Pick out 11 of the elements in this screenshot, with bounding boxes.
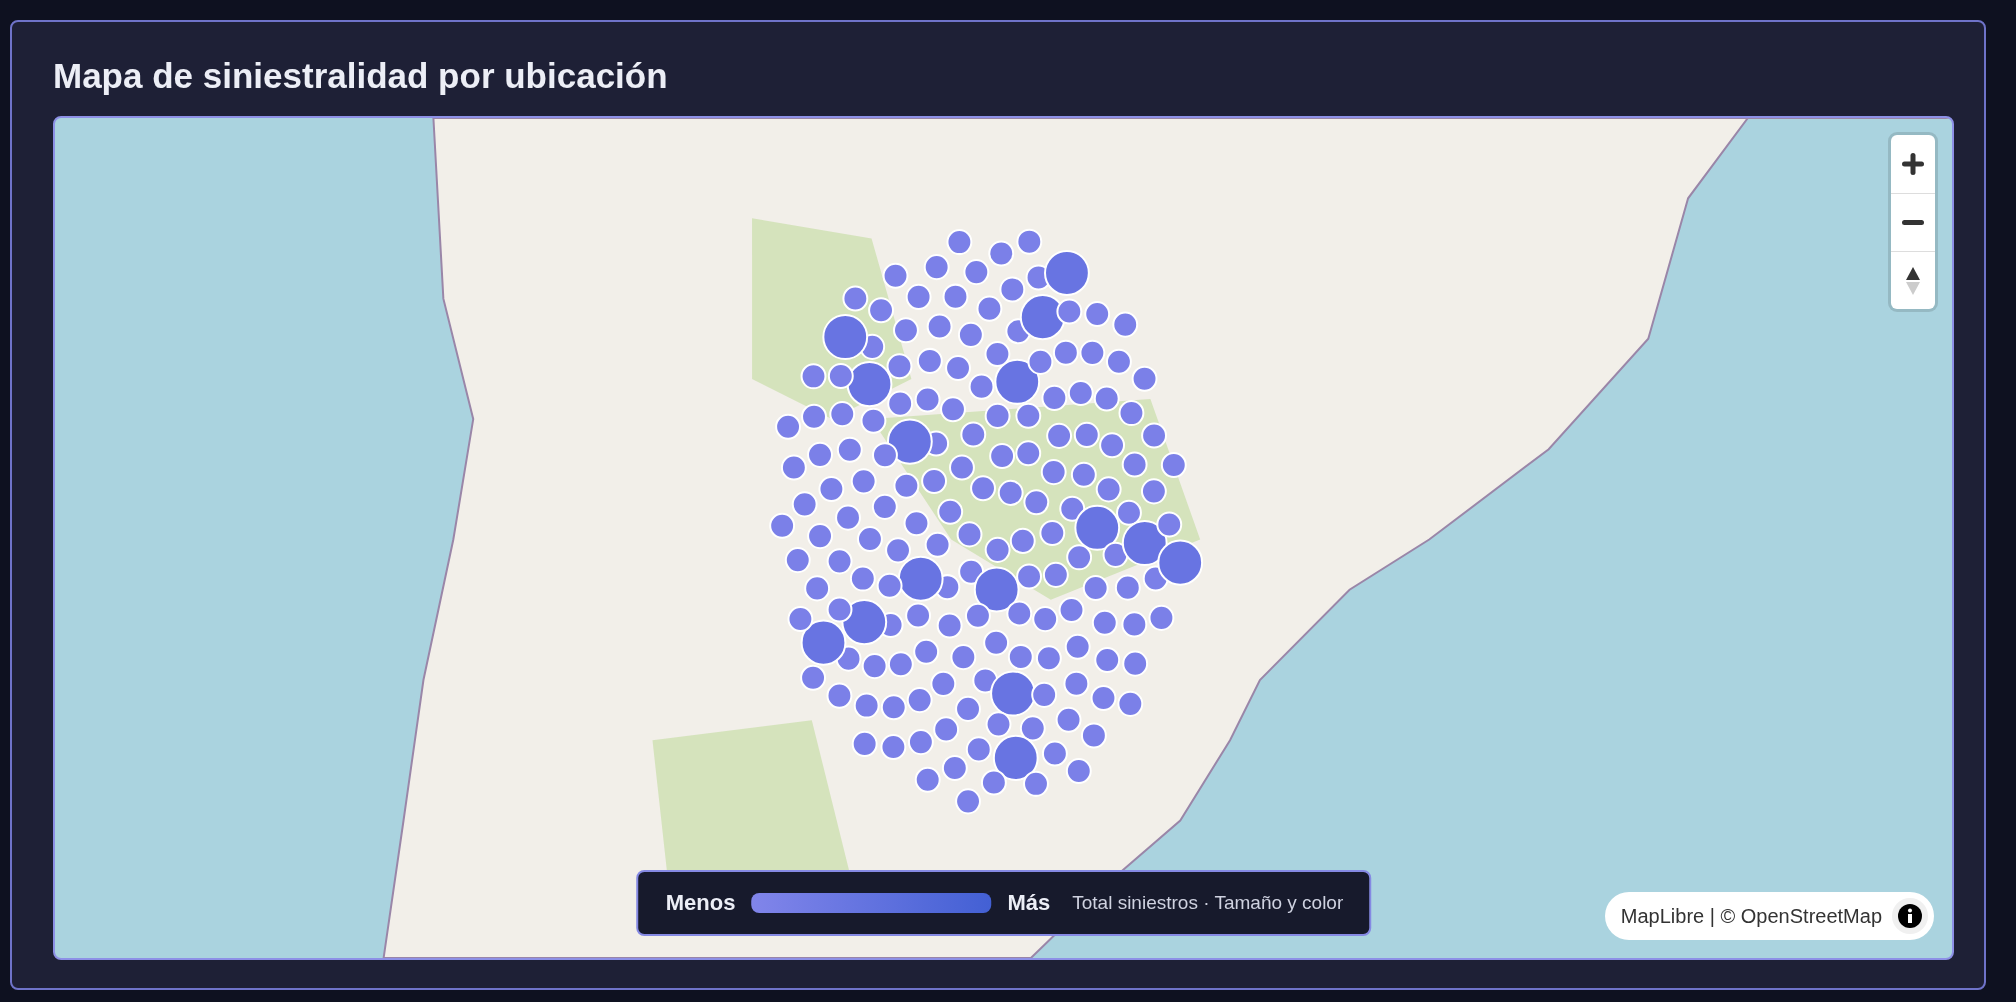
info-icon [1897,903,1923,929]
legend-max-label: Más [1007,890,1051,916]
info-button[interactable] [1892,898,1928,934]
legend-caption: Total siniestros · Tamaño y color [1072,892,1344,914]
attribution-text: MapLibre | © OpenStreetMap [1620,904,1882,928]
minus-icon [1902,220,1924,225]
map-view[interactable]: Menos Más Total siniestros · Tamaño y color MapLibre | © OpenStreetMap [53,116,1954,960]
plus-icon [1902,153,1924,175]
legend-min-label: Menos [665,890,736,916]
card-title: Mapa de siniestralidad por ubicación [53,56,669,96]
compass-icon [1905,265,1921,296]
